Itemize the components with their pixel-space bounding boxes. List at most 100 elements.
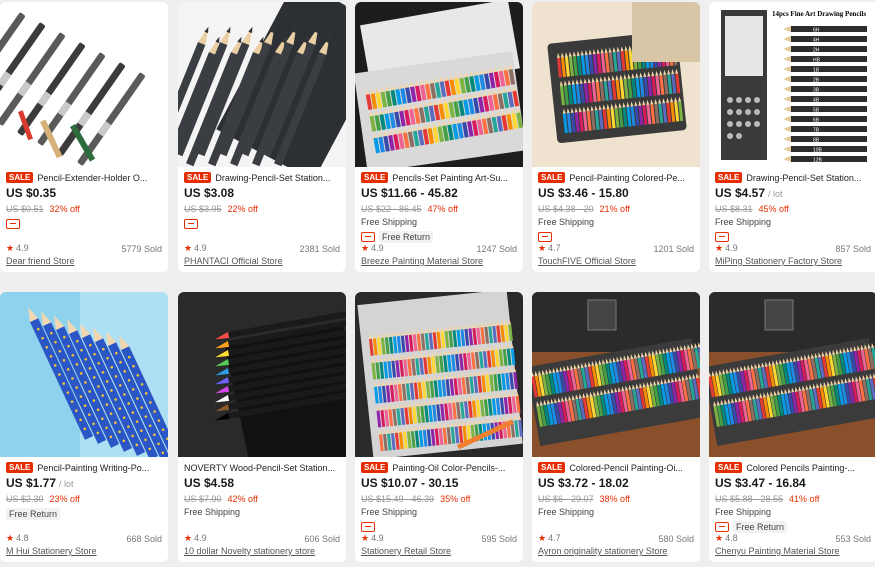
discount-percent: 22% off bbox=[227, 203, 258, 214]
badge-row bbox=[184, 217, 340, 230]
free-shipping: Free Shipping bbox=[361, 506, 418, 517]
free-return-badge: Free Return bbox=[379, 230, 434, 243]
title-row[interactable]: SALE Colored Pencils Painting-... bbox=[715, 460, 871, 475]
discount-row: US $8.31 45% off bbox=[715, 202, 871, 215]
title-row[interactable]: SALE Pencil-Painting Colored-Pe... bbox=[538, 170, 694, 185]
product-image[interactable] bbox=[355, 2, 523, 167]
store-link[interactable]: Stationery Retail Store bbox=[361, 545, 517, 558]
title-row[interactable]: NOVERTY Wood-Pencil-Set Station... bbox=[184, 460, 340, 475]
title-row[interactable]: SALE Pencil-Painting Writing-Po... bbox=[6, 460, 162, 475]
product-image[interactable] bbox=[0, 292, 168, 457]
product-title[interactable]: NOVERTY Wood-Pencil-Set Station... bbox=[184, 463, 335, 473]
product-card[interactable]: 14pcs Fine Art Drawing Pencils 6H 4H 2H HB 1B… bbox=[709, 2, 875, 272]
product-image[interactable] bbox=[355, 292, 523, 457]
product-image[interactable] bbox=[178, 2, 346, 167]
price-unit: / lot bbox=[768, 189, 783, 199]
original-price: US $4.38 - 20 bbox=[538, 203, 594, 214]
product-photo bbox=[709, 292, 875, 457]
sale-badge: SALE bbox=[361, 462, 389, 473]
rating-value: 4.9 bbox=[194, 243, 207, 253]
star-icon: ★ bbox=[184, 533, 193, 543]
product-card[interactable]: SALE Painting-Oil Color-Pencils-... US $10… bbox=[355, 292, 523, 562]
sale-badge: SALE bbox=[184, 172, 212, 183]
star-icon: ★ bbox=[6, 533, 15, 543]
price-row: US $3.08 bbox=[184, 186, 340, 202]
title-row[interactable]: SALE Painting-Oil Color-Pencils-... bbox=[361, 460, 517, 475]
rating-value: 4.9 bbox=[371, 243, 384, 253]
star-icon: ★ bbox=[715, 243, 724, 253]
price-row: US $3.72 - 18.02 bbox=[538, 476, 694, 492]
discount-percent: 32% off bbox=[49, 203, 80, 214]
title-row[interactable]: SALE Drawing-Pencil-Set Station... bbox=[184, 170, 340, 185]
rating: ★ 4.9 bbox=[184, 533, 207, 544]
sale-badge: SALE bbox=[538, 172, 566, 183]
product-title[interactable]: Painting-Oil Color-Pencils-... bbox=[392, 463, 505, 473]
price-row: US $4.58 bbox=[184, 476, 340, 492]
store-link[interactable]: 10 dollar Novelty stationery store bbox=[184, 545, 340, 558]
product-title[interactable]: Colored-Pencil Painting-Oi... bbox=[569, 463, 683, 473]
store-link[interactable]: PHANTACI Official Store bbox=[184, 255, 340, 268]
grade-label: 2B bbox=[813, 78, 820, 84]
product-title[interactable]: Pencil-Extender-Holder O... bbox=[37, 173, 147, 183]
product-card[interactable]: SALE Pencils-Set Painting Art-Su... US $11… bbox=[355, 2, 523, 272]
discount-percent: 35% off bbox=[440, 493, 471, 504]
card-footer: ★ 4.9 595 Sold Stationery Retail Store bbox=[361, 532, 517, 558]
discount-percent: 21% off bbox=[599, 203, 630, 214]
card-footer: ★ 4.7 1201 Sold TouchFIVE Official Store bbox=[538, 242, 694, 268]
product-image[interactable] bbox=[178, 292, 346, 457]
rating-value: 4.9 bbox=[16, 243, 29, 253]
free-shipping: Free Shipping bbox=[538, 216, 595, 227]
product-image[interactable] bbox=[532, 2, 700, 167]
title-row[interactable]: SALE Pencil-Extender-Holder O... bbox=[6, 170, 162, 185]
product-image[interactable] bbox=[709, 292, 875, 457]
product-title[interactable]: Drawing-Pencil-Set Station... bbox=[215, 173, 330, 183]
original-price: US $8.31 bbox=[715, 203, 753, 214]
discount-row: US $5.88 - 28.55 41% off bbox=[715, 492, 871, 505]
rating-value: 4.9 bbox=[371, 533, 384, 543]
store-link[interactable]: Ayron originality stationery Store bbox=[538, 545, 694, 558]
rating-row: ★ 4.9 5779 Sold bbox=[6, 242, 162, 255]
product-card[interactable]: SALE Pencil-Extender-Holder O... US $0.35 U… bbox=[0, 2, 168, 272]
title-row[interactable]: SALE Colored-Pencil Painting-Oi... bbox=[538, 460, 694, 475]
grade-label: 6H bbox=[813, 28, 820, 34]
product-title[interactable]: Colored Pencils Painting-... bbox=[746, 463, 855, 473]
product-card[interactable]: SALE Drawing-Pencil-Set Station... US $3.0… bbox=[178, 2, 346, 272]
card-footer: ★ 4.9 606 Sold 10 dollar Novelty stationery… bbox=[184, 532, 340, 558]
original-price: US $6 - 29.07 bbox=[538, 493, 594, 504]
store-link[interactable]: M Hui Stationery Store bbox=[6, 545, 162, 558]
rating-row: ★ 4.7 1201 Sold bbox=[538, 242, 694, 255]
price: US $3.08 bbox=[184, 186, 235, 200]
discount-row: US $2.30 23% off bbox=[6, 492, 162, 505]
product-card[interactable]: SALE Colored-Pencil Painting-Oi... US $3.7… bbox=[532, 292, 700, 562]
product-card[interactable]: SALE Colored Pencils Painting-... US $3.47… bbox=[709, 292, 875, 562]
product-card[interactable]: SALE Pencil-Painting Writing-Po... US $1.7… bbox=[0, 292, 168, 562]
price: US $0.35 bbox=[6, 186, 57, 200]
store-link[interactable]: Chenyu Painting Material Store bbox=[715, 545, 871, 558]
sale-badge: SALE bbox=[715, 462, 743, 473]
title-row[interactable]: SALE Pencils-Set Painting Art-Su... bbox=[361, 170, 517, 185]
rating-row: ★ 4.7 580 Sold bbox=[538, 532, 694, 545]
product-title[interactable]: Pencils-Set Painting Art-Su... bbox=[392, 173, 508, 183]
original-price: US $3.95 bbox=[184, 203, 222, 214]
product-image[interactable]: 14pcs Fine Art Drawing Pencils 6H 4H 2H HB 1B… bbox=[709, 2, 875, 167]
grade-label: 5B bbox=[813, 108, 820, 114]
store-link[interactable]: MiPing Stationery Factory Store bbox=[715, 255, 871, 268]
title-row[interactable]: SALE Drawing-Pencil-Set Station... bbox=[715, 170, 871, 185]
product-image[interactable] bbox=[532, 292, 700, 457]
price-row: US $4.57/ lot bbox=[715, 186, 871, 202]
store-link[interactable]: Dear friend Store bbox=[6, 255, 162, 268]
rating-row: ★ 4.8 668 Sold bbox=[6, 532, 162, 545]
product-title[interactable]: Pencil-Painting Writing-Po... bbox=[37, 463, 149, 473]
product-title[interactable]: Pencil-Painting Colored-Pe... bbox=[569, 173, 685, 183]
rating-value: 4.7 bbox=[548, 533, 561, 543]
price-row: US $10.07 - 30.15 bbox=[361, 476, 517, 492]
product-card[interactable]: NOVERTY Wood-Pencil-Set Station... US $4.… bbox=[178, 292, 346, 562]
store-link[interactable]: TouchFIVE Official Store bbox=[538, 255, 694, 268]
discount-percent: 47% off bbox=[427, 203, 458, 214]
product-image[interactable] bbox=[0, 2, 168, 167]
product-card[interactable]: SALE Pencil-Painting Colored-Pe... US $3.4… bbox=[532, 2, 700, 272]
rating: ★ 4.9 bbox=[184, 243, 207, 254]
product-title[interactable]: Drawing-Pencil-Set Station... bbox=[746, 173, 861, 183]
price-unit: / lot bbox=[59, 479, 74, 489]
store-link[interactable]: Breeze Painting Material Store bbox=[361, 255, 517, 268]
